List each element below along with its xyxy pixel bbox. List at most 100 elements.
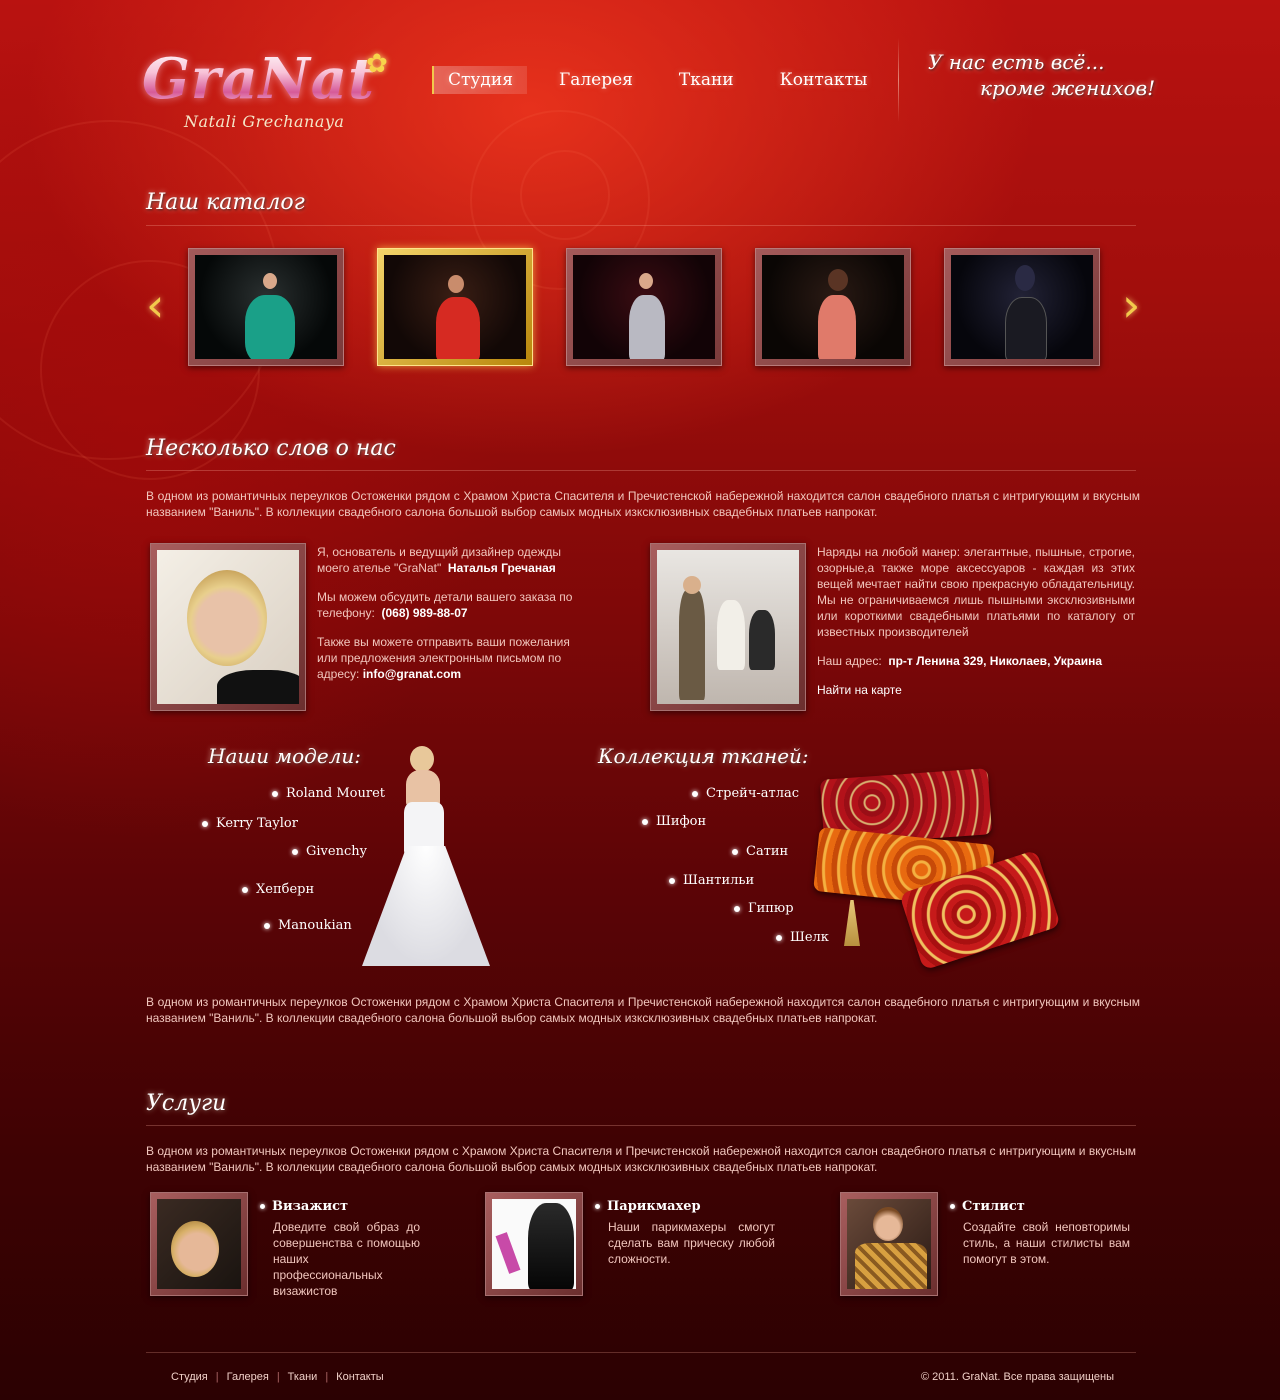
bullet-icon	[260, 1204, 265, 1209]
slogan: У нас есть всё... кроме женихов!	[928, 50, 1158, 100]
mannequin-shape	[717, 600, 745, 670]
footer-link-gallery[interactable]: Галерея	[227, 1371, 269, 1383]
dress-shape	[818, 295, 856, 359]
footer-link-contacts[interactable]: Контакты	[336, 1371, 384, 1383]
bullet-icon	[595, 1204, 600, 1209]
model-label: Хепберн	[256, 882, 315, 897]
address-label: Наш адрес:	[817, 654, 882, 668]
footer-link-studio[interactable]: Студия	[171, 1371, 208, 1383]
catalog-item[interactable]	[377, 248, 533, 366]
model-item[interactable]: Manoukian	[264, 918, 352, 933]
slogan-line-1: У нас есть всё...	[928, 50, 1105, 74]
section-divider	[146, 225, 1136, 226]
footer-separator: |	[276, 1371, 280, 1383]
catalog-prev-button[interactable]: ‹	[146, 282, 164, 328]
fabric-rolls-image	[813, 768, 1061, 971]
catalog-photo	[762, 255, 904, 359]
fabric-item[interactable]: Шантильи	[669, 873, 754, 888]
catalog-photo	[384, 255, 526, 359]
service-desc: Создайте свой неповторимы стиль, а наши …	[963, 1220, 1130, 1266]
model-item[interactable]: Givenchy	[292, 844, 367, 859]
fabric-item[interactable]: Стрейч-атлас	[692, 786, 799, 801]
footer-separator: |	[215, 1371, 219, 1383]
chevron-right-icon: ›	[1122, 278, 1141, 332]
dress-shape	[436, 297, 480, 359]
map-link[interactable]: Найти на карте	[817, 683, 902, 697]
footer-link-fabrics[interactable]: Ткани	[288, 1371, 318, 1383]
about-title: Несколько слов о нас	[146, 436, 396, 461]
email-text: Также вы можете отправить ваши пожелания…	[317, 634, 577, 682]
mannequin-shape	[749, 610, 775, 670]
service-title[interactable]: Парикмахер	[595, 1199, 775, 1215]
person-head	[683, 576, 701, 594]
model-head	[828, 269, 848, 291]
bullet-icon	[732, 848, 738, 855]
catalog-photo	[195, 255, 337, 359]
nav-item-contacts[interactable]: Контакты	[766, 66, 882, 94]
catalog-item[interactable]	[566, 248, 722, 366]
service-title[interactable]: Стилист	[950, 1199, 1130, 1215]
logo-name: GraNat	[142, 46, 375, 112]
wedding-dress-image	[360, 746, 492, 968]
bullet-icon	[242, 886, 248, 893]
bullet-icon	[734, 905, 740, 912]
model-head	[448, 275, 464, 293]
founder-photo-frame	[150, 543, 306, 711]
catalog-photo	[951, 255, 1093, 359]
catalog-item[interactable]	[188, 248, 344, 366]
bullet-icon	[292, 848, 298, 855]
fabric-item[interactable]: Шифон	[642, 814, 706, 829]
model-label: Givenchy	[306, 844, 367, 859]
email-link[interactable]: info@granat.com	[363, 667, 461, 681]
bullet-icon	[264, 922, 270, 929]
nav-item-gallery[interactable]: Галерея	[545, 66, 647, 94]
fabric-label: Шифон	[656, 814, 707, 829]
phone-text: Мы можем обсудить детали вашего заказа п…	[317, 589, 577, 621]
fabric-label: Гипюр	[748, 901, 794, 916]
logo[interactable]: GraNat ✿ Natali Grechanaya	[142, 46, 402, 136]
address-text: Наш адрес: пр-т Ленина 329, Николаев, Ук…	[817, 653, 1135, 669]
bride-head	[410, 746, 434, 772]
founder-photo	[157, 550, 299, 704]
service-title[interactable]: Визажист	[260, 1199, 420, 1215]
stylist-photo	[847, 1199, 931, 1289]
tassel	[844, 900, 860, 946]
catalog-title: Наш каталог	[146, 190, 305, 215]
founder-name: Наталья Гречаная	[447, 561, 556, 575]
catalog-item[interactable]	[944, 248, 1100, 366]
nav-item-studio[interactable]: Студия	[432, 66, 527, 94]
hair-shape	[528, 1203, 574, 1289]
service-hairdresser: Парикмахер Наши парикмахеры смогут сдела…	[595, 1199, 775, 1267]
fabrics-title: Коллекция тканей:	[598, 744, 809, 768]
fabric-item[interactable]: Гипюр	[734, 901, 794, 916]
model-head	[263, 273, 277, 289]
header-divider	[898, 38, 899, 122]
model-head	[639, 273, 653, 289]
model-item[interactable]: Kerry Taylor	[202, 816, 298, 831]
flower-icon: ✿	[366, 48, 388, 78]
footer-divider	[146, 1352, 1136, 1353]
model-head	[1015, 265, 1035, 291]
service-stylist: Стилист Создайте свой неповторимы стиль,…	[950, 1199, 1130, 1267]
services-title: Услуги	[146, 1091, 227, 1116]
bride-back	[406, 770, 440, 806]
models-title: Наши модели:	[208, 744, 362, 768]
section-divider	[146, 470, 1136, 471]
catalog-photo	[573, 255, 715, 359]
service-label: Визажист	[272, 1199, 349, 1214]
catalog-item[interactable]	[755, 248, 911, 366]
bullet-icon	[692, 790, 698, 797]
fabric-item[interactable]: Сатин	[732, 844, 788, 859]
model-item[interactable]: Хепберн	[242, 882, 314, 897]
service-makeup: Визажист Доведите свой образ до совершен…	[260, 1199, 420, 1299]
service-desc: Доведите свой образ до совершенства с по…	[273, 1220, 420, 1298]
nav-item-fabrics[interactable]: Ткани	[665, 66, 748, 94]
catalog-next-button[interactable]: ›	[1122, 282, 1140, 328]
service-label: Парикмахер	[607, 1199, 701, 1214]
founder-head	[187, 570, 267, 666]
stylist-head	[873, 1207, 903, 1241]
fabric-label: Сатин	[746, 844, 789, 859]
bullet-icon	[776, 934, 782, 941]
decorative-swirl	[520, 150, 610, 240]
bullet-icon	[272, 790, 278, 797]
